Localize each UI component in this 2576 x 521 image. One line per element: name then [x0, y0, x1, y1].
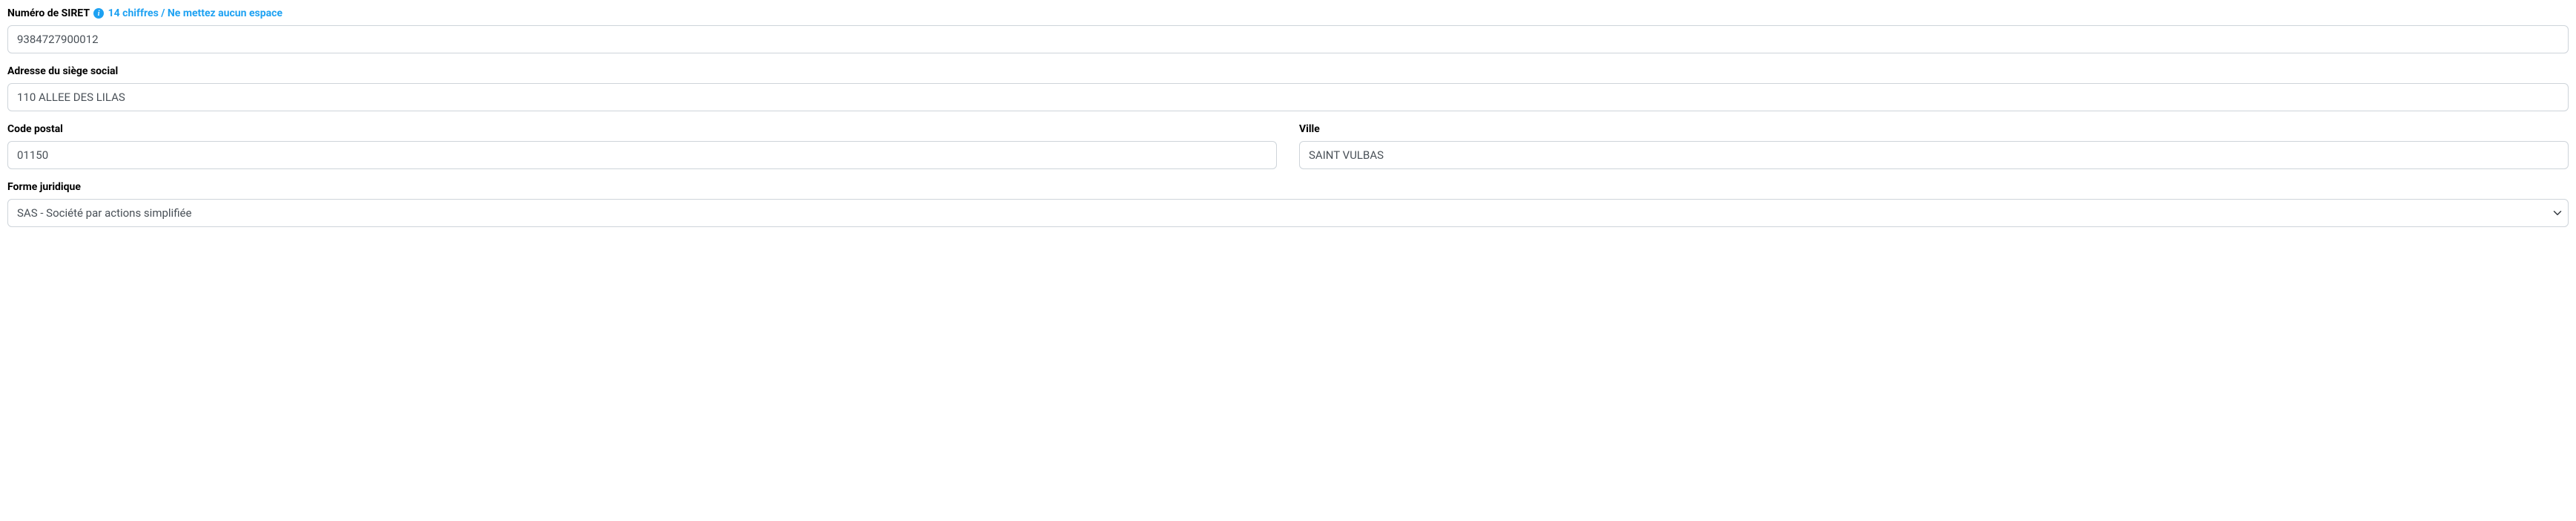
legal-form-group: Forme juridique SAS - Société par action… — [7, 181, 2569, 227]
postal-group: Code postal — [7, 123, 1277, 169]
siret-label: Numéro de SIRET i 14 chiffres / Ne mette… — [7, 7, 2569, 19]
legal-form-select[interactable]: SAS - Société par actions simplifiée — [7, 199, 2569, 227]
postal-city-row: Code postal Ville — [7, 123, 2569, 181]
address-group: Adresse du siège social — [7, 65, 2569, 111]
address-label: Adresse du siège social — [7, 65, 2569, 77]
legal-form-label: Forme juridique — [7, 181, 2569, 193]
postal-input[interactable] — [7, 141, 1277, 169]
siret-group: Numéro de SIRET i 14 chiffres / Ne mette… — [7, 7, 2569, 53]
city-label: Ville — [1299, 123, 2569, 135]
siret-hint: 14 chiffres / Ne mettez aucun espace — [108, 7, 283, 19]
address-input[interactable] — [7, 83, 2569, 111]
postal-label: Code postal — [7, 123, 1277, 135]
siret-label-text: Numéro de SIRET — [7, 7, 90, 19]
city-input[interactable] — [1299, 141, 2569, 169]
siret-input[interactable] — [7, 25, 2569, 53]
info-icon[interactable]: i — [93, 8, 104, 19]
city-group: Ville — [1299, 123, 2569, 169]
